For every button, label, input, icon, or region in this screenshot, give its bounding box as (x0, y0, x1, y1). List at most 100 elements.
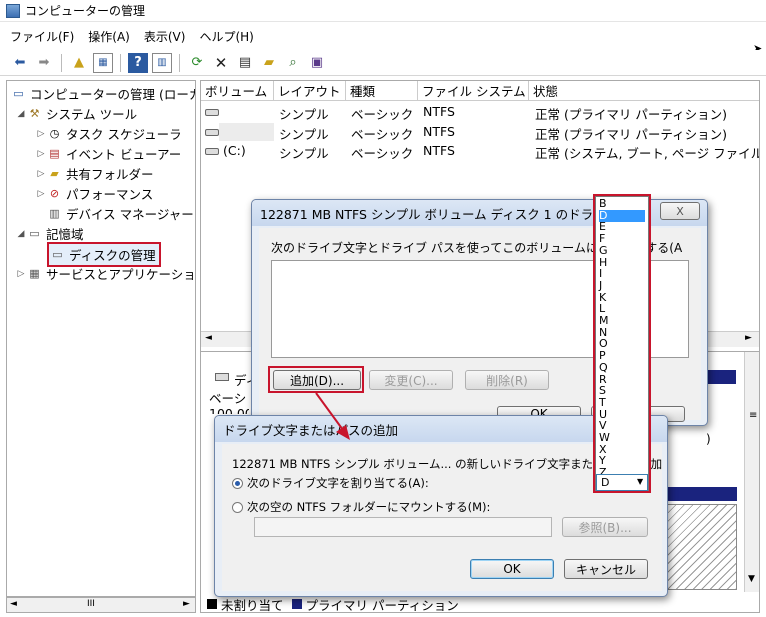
open-folder-icon[interactable]: ▰ (259, 53, 279, 73)
expand-arrow-icon[interactable]: ▷ (15, 269, 27, 279)
device-manager-icon: ▥ (49, 207, 60, 220)
browse-button[interactable]: 参照(B)... (562, 517, 648, 537)
menu-view[interactable]: 表示(V) (144, 28, 186, 45)
tree-item-services-applications[interactable]: ▷ ▦ サービスとアプリケーショ (15, 264, 195, 283)
computer-management-icon (6, 3, 20, 18)
legend-primary-swatch (291, 599, 302, 609)
menu-file[interactable]: ファイル(F) (10, 28, 74, 45)
assign-letter-option[interactable]: 次のドライブ文字を割り当てる(A): (232, 475, 429, 491)
drive-icon (205, 148, 219, 155)
tree-item-performance[interactable]: ▷ ⊘ パフォーマンス (35, 184, 154, 203)
tree-label: パフォーマンス (66, 187, 154, 202)
scroll-left-icon[interactable]: ◄ (205, 333, 212, 343)
toolbar: ⬅ ➡ ▲ ▦ ? ▥ ⟳ ✕ ▤ ▰ ⌕ ▣ (0, 50, 766, 76)
column-header-filesystem[interactable]: ファイル システム (418, 81, 529, 101)
legend-unallocated: 未割り当て (221, 597, 284, 613)
table-cell-filesystem: NTFS (423, 104, 455, 119)
refresh-icon[interactable]: ⟳ (187, 53, 207, 73)
change-button[interactable]: 変更(C)... (369, 370, 453, 390)
search-icon[interactable]: ⌕ (283, 53, 303, 73)
tree-label: コンピューターの管理 (ローカ (30, 87, 196, 102)
disk-pane-vertical-scrollbar[interactable]: ≡ ▼ (744, 352, 759, 592)
tree-label: タスク スケジューラ (66, 127, 182, 142)
scrollbar-grip[interactable]: III (87, 599, 95, 609)
scroll-right-icon[interactable]: ► (745, 333, 752, 343)
dialog-close-button[interactable]: X (660, 202, 700, 220)
help-icon[interactable]: ? (128, 52, 148, 73)
legend-unallocated-swatch (207, 599, 217, 609)
drive-letter-list-highlight (593, 194, 651, 493)
collapse-arrow-icon[interactable]: ◢ (15, 109, 27, 119)
radio-mount-folder[interactable] (232, 501, 243, 513)
partition-header-bar (667, 487, 737, 501)
tree-item-system-tools[interactable]: ◢ ⚒ システム ツール (15, 104, 138, 123)
disk-legend: 未割り当て プライマリ パーティション (207, 596, 459, 612)
tree-label: デバイス マネージャー (66, 207, 194, 222)
scroll-left-icon[interactable]: ◄ (10, 599, 17, 609)
clock-icon: ◷ (49, 127, 60, 140)
delete-icon[interactable]: ✕ (211, 53, 231, 73)
cancel-button[interactable]: キャンセル (564, 559, 648, 579)
scroll-right-icon[interactable]: ► (183, 599, 190, 609)
collapse-arrow-icon[interactable]: ◢ (15, 229, 27, 239)
table-row-selection[interactable] (219, 123, 274, 141)
tree-item-storage[interactable]: ◢ ▭ 記憶域 (15, 224, 84, 243)
expand-arrow-icon[interactable]: ▷ (35, 169, 47, 179)
option-folder-label: 次の空の NTFS フォルダーにマウントする(M): (247, 500, 491, 514)
column-header-status[interactable]: 状態 (529, 81, 759, 101)
expand-arrow-icon[interactable]: ▷ (35, 149, 47, 159)
tree-label: 共有フォルダー (66, 167, 154, 182)
folder-path-input[interactable] (254, 517, 552, 537)
remove-button[interactable]: 削除(R) (465, 370, 549, 390)
tree-item-device-manager[interactable]: ▥ デバイス マネージャー (47, 204, 194, 223)
drive-icon (205, 109, 219, 116)
performance-icon: ⊘ (49, 187, 60, 200)
ok-button[interactable]: OK (470, 559, 554, 579)
toolbar-separator (61, 53, 62, 72)
window-title: コンピューターの管理 (25, 4, 146, 18)
tree-item-event-viewer[interactable]: ▷ ▤ イベント ビューアー (35, 144, 182, 163)
tree-item-task-scheduler[interactable]: ▷ ◷ タスク スケジューラ (35, 124, 182, 143)
option-letter-label: 次のドライブ文字を割り当てる(A): (247, 476, 429, 490)
table-cell-type: ベーシック (351, 107, 414, 122)
tree-label: イベント ビューアー (66, 147, 182, 162)
radio-assign-letter[interactable] (232, 477, 243, 489)
computer-icon: ▭ (13, 87, 24, 100)
up-folder-icon[interactable]: ▲ (69, 53, 89, 73)
forward-icon[interactable]: ➡ (34, 53, 54, 73)
scrollbar-grip-icon[interactable]: ≡ (749, 410, 757, 421)
toolbar-separator (179, 53, 180, 72)
properties-pane-icon[interactable]: ▥ (152, 52, 172, 73)
menu-bar: ファイル(F) 操作(A) 表示(V) ヘルプ(H) (0, 25, 766, 47)
back-icon[interactable]: ⬅ (10, 53, 30, 73)
disk-settings-icon[interactable]: ▣ (307, 53, 327, 73)
table-cell-layout: シンプル (279, 107, 329, 122)
tree-item-computer-management[interactable]: ▭ コンピューターの管理 (ローカ (11, 84, 196, 103)
dialog-title: ドライブ文字またはパスの追加 (223, 422, 399, 438)
menu-action[interactable]: 操作(A) (88, 28, 130, 45)
expand-arrow-icon[interactable]: ▷ (35, 129, 47, 139)
column-header-volume[interactable]: ボリューム (201, 81, 274, 101)
mount-folder-option[interactable]: 次の空の NTFS フォルダーにマウントする(M): (232, 499, 490, 515)
show-hide-tree-icon[interactable]: ▦ (93, 52, 113, 73)
column-header-type[interactable]: 種類 (346, 81, 418, 101)
drive-icon (205, 129, 219, 136)
tree-label: 記憶域 (46, 227, 84, 242)
table-cell-filesystem: NTFS (423, 143, 455, 158)
table-cell-status: 正常 (プライマリ パーティション) (535, 127, 727, 142)
unallocated-partition[interactable] (667, 504, 737, 590)
disk-management-icon: ▭ (52, 248, 63, 261)
expand-arrow-icon[interactable]: ▷ (35, 189, 47, 199)
left-horizontal-scrollbar[interactable]: ◄ III ► (6, 597, 196, 613)
tree-label: システム ツール (46, 107, 138, 122)
scroll-down-icon[interactable]: ▼ (748, 574, 755, 584)
properties-icon[interactable]: ▤ (235, 53, 255, 73)
add-button-highlight (268, 366, 364, 393)
column-header-layout[interactable]: レイアウト (274, 81, 346, 101)
table-cell-volume: (C:) (223, 143, 246, 158)
tree-item-shared-folders[interactable]: ▷ ▰ 共有フォルダー (35, 164, 154, 183)
menu-help[interactable]: ヘルプ(H) (199, 28, 253, 45)
console-tree: ▭ コンピューターの管理 (ローカ ◢ ⚒ システム ツール ▷ ◷ タスク ス… (6, 80, 196, 597)
table-cell-layout: シンプル (279, 146, 329, 161)
dialog-title: 122871 MB NTFS シンプル ボリューム ディスク 1 のドライ (260, 206, 606, 222)
